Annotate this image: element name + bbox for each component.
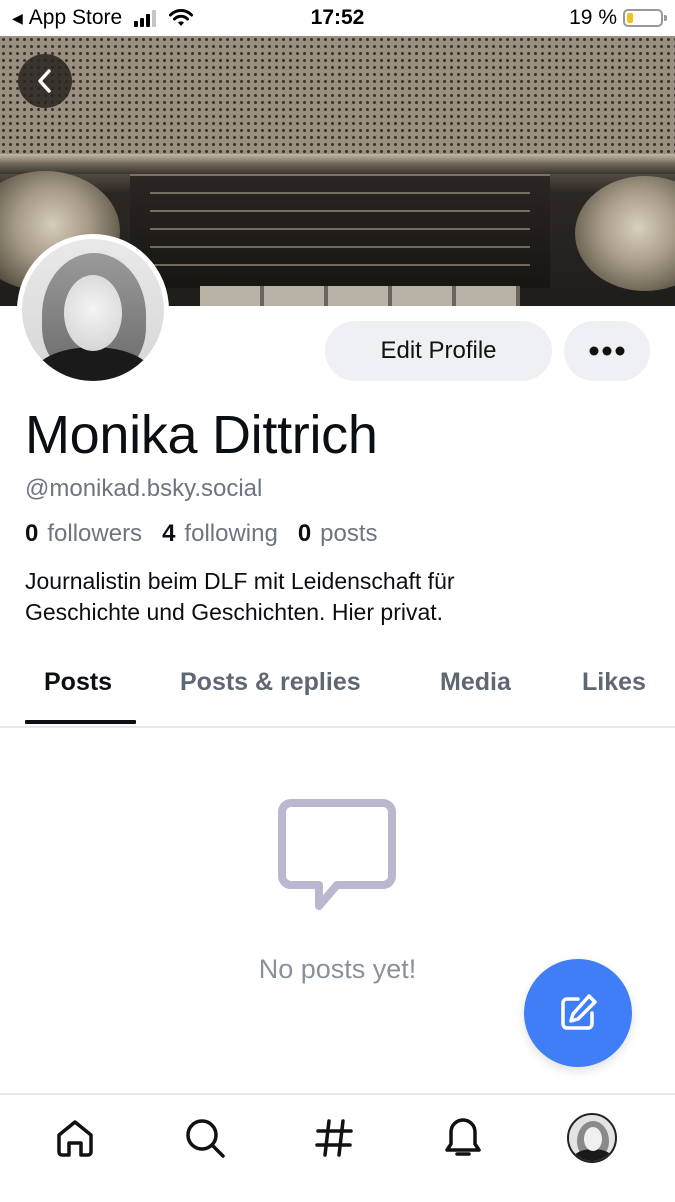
followers-label: followers — [47, 520, 143, 547]
back-button[interactable] — [18, 54, 72, 108]
battery-status: 19 % — [569, 6, 667, 30]
compose-button[interactable] — [524, 959, 632, 1067]
bell-icon — [445, 1118, 481, 1156]
posts-count: 0 — [297, 520, 312, 547]
avatar — [567, 1113, 617, 1163]
compose-icon — [561, 994, 597, 1030]
battery-icon — [623, 9, 667, 27]
profile-handle: @monikad.bsky.social — [25, 475, 263, 502]
profile-stats: 0 followers 4 following 0 posts — [25, 520, 378, 548]
message-bubble-icon — [278, 799, 396, 910]
home-icon — [57, 1120, 93, 1157]
following-link[interactable]: 4 following — [162, 520, 278, 548]
tab-posts[interactable]: Posts — [44, 668, 112, 697]
posts-label: posts — [320, 520, 378, 547]
nav-home[interactable] — [50, 1113, 100, 1163]
active-tab-indicator — [25, 720, 136, 724]
display-name: Monika Dittrich — [25, 405, 378, 465]
chevron-left-icon — [38, 69, 51, 93]
tab-likes[interactable]: Likes — [582, 668, 646, 697]
battery-percent: 19 % — [569, 6, 617, 29]
hashtag-icon — [315, 1119, 353, 1157]
nav-profile[interactable] — [567, 1113, 617, 1163]
followers-link[interactable]: 0 followers — [25, 520, 142, 548]
avatar — [22, 239, 164, 381]
tab-media[interactable]: Media — [440, 668, 511, 697]
tab-posts-and-replies[interactable]: Posts & replies — [180, 668, 361, 697]
following-label: following — [184, 520, 278, 547]
nav-feeds[interactable] — [309, 1113, 359, 1163]
search-icon — [186, 1119, 225, 1158]
bio-line: Geschichte und Geschichten. Hier privat. — [25, 599, 444, 625]
status-bar: ◀ App Store 17:52 19 % — [0, 0, 675, 36]
posts-stat: 0 posts — [298, 520, 378, 548]
profile-bio: Journalistin beim DLF mit Leidenschaft f… — [25, 566, 655, 628]
bio-line: Journalistin beim DLF mit Leidenschaft f… — [25, 568, 455, 594]
banner-grille — [0, 36, 675, 161]
profile-avatar[interactable] — [17, 234, 169, 386]
more-options-button[interactable] — [564, 321, 650, 381]
bottom-nav — [0, 1093, 675, 1202]
nav-search[interactable] — [180, 1113, 230, 1163]
edit-profile-button[interactable]: Edit Profile — [325, 321, 552, 381]
ellipsis-icon — [589, 346, 625, 356]
followers-count: 0 — [25, 520, 39, 547]
profile-tabs: Posts Posts & replies Media Likes — [0, 648, 675, 728]
following-count: 4 — [162, 520, 176, 547]
nav-notifications[interactable] — [438, 1113, 488, 1163]
